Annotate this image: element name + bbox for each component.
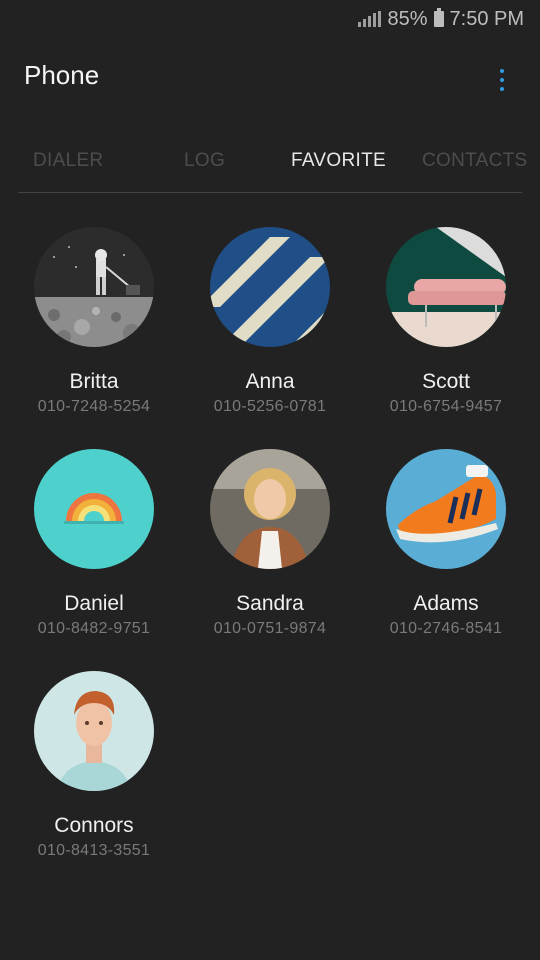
contact-name: Adams xyxy=(413,592,479,615)
contact-name: Sandra xyxy=(236,592,304,615)
contact-avatar xyxy=(34,227,154,347)
contact-avatar xyxy=(34,449,154,569)
battery-percent: 85% xyxy=(387,7,428,30)
tab-favorite[interactable]: FAVORITE xyxy=(291,150,386,172)
contact-phone: 010-2746-8541 xyxy=(389,620,503,637)
contact-name: Britta xyxy=(69,370,119,393)
contact-phone: 010-7248-5254 xyxy=(37,398,151,415)
tab-bar: DIALER LOG FAVORITE CONTACTS xyxy=(18,140,527,193)
contact-avatar xyxy=(386,227,506,347)
favorite-contact[interactable]: Daniel 010-8482-9751 xyxy=(6,449,182,639)
more-options-icon[interactable] xyxy=(490,64,514,96)
tab-log[interactable]: LOG xyxy=(184,150,225,172)
contact-avatar xyxy=(210,449,330,569)
battery-icon xyxy=(433,8,444,27)
contact-phone: 010-5256-0781 xyxy=(213,398,327,415)
clock: 7:50 PM xyxy=(449,7,524,30)
favorite-contact[interactable]: Scott 010-6754-9457 xyxy=(358,227,534,417)
contact-name: Scott xyxy=(422,370,470,393)
contact-phone: 010-6754-9457 xyxy=(389,398,503,415)
favorite-contact[interactable]: Anna 010-5256-0781 xyxy=(182,227,358,417)
status-bar: 85% 7:50 PM xyxy=(0,0,540,38)
favorite-contact[interactable]: Adams 010-2746-8541 xyxy=(358,449,534,639)
favorite-contact[interactable]: Connors 010-8413-3551 xyxy=(6,671,182,861)
contact-avatar xyxy=(386,449,506,569)
contact-avatar xyxy=(34,671,154,791)
tab-contacts[interactable]: CONTACTS xyxy=(422,150,528,172)
app-title: Phone xyxy=(24,60,100,90)
tab-dialer[interactable]: DIALER xyxy=(33,150,103,172)
favorite-contact[interactable]: Britta 010-7248-5254 xyxy=(6,227,182,417)
contact-phone: 010-8482-9751 xyxy=(37,620,151,637)
signal-icon xyxy=(358,11,382,27)
favorite-contact[interactable]: Sandra 010-0751-9874 xyxy=(182,449,358,639)
contact-phone: 010-8413-3551 xyxy=(37,842,151,859)
contact-name: Connors xyxy=(54,814,134,837)
contact-name: Anna xyxy=(245,370,295,393)
contact-phone: 010-0751-9874 xyxy=(213,620,327,637)
contact-name: Daniel xyxy=(64,592,124,615)
contact-avatar xyxy=(210,227,330,347)
